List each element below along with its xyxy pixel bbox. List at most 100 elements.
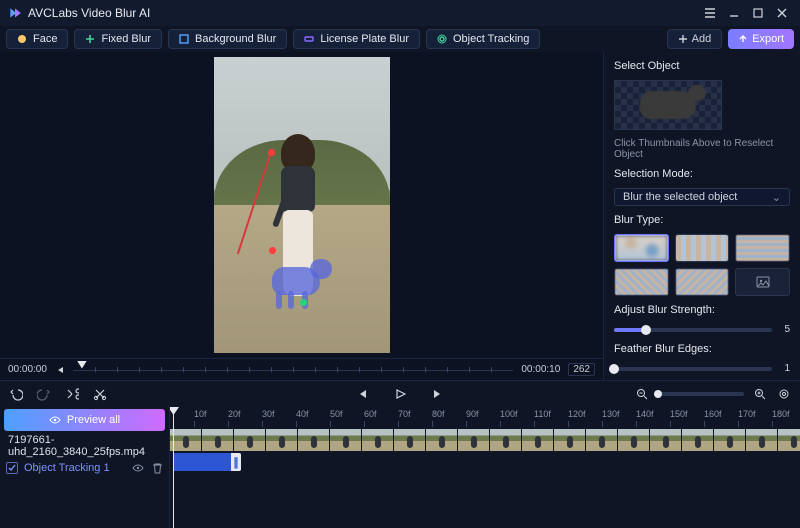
minimize-button[interactable]: [722, 3, 746, 23]
slider-knob[interactable]: [654, 390, 662, 398]
preview-scrubber[interactable]: [73, 363, 513, 377]
step-back-icon[interactable]: [55, 365, 65, 375]
timeline-thumb: [362, 429, 394, 451]
selection-mode-label: Selection Mode:: [614, 168, 790, 180]
timeline-thumb: [682, 429, 714, 451]
preview-time-ruler: 00:00:00 00:00:10 262: [0, 358, 603, 380]
blur-type-streak-diag1[interactable]: [614, 268, 669, 296]
export-button[interactable]: Export: [728, 29, 794, 49]
timeline-thumb: [298, 429, 330, 451]
preview-all-button[interactable]: Preview all: [4, 409, 165, 431]
side-panel: Select Object Click Thumbnails Above to …: [603, 52, 800, 380]
add-label: Add: [692, 33, 712, 45]
app-title: AVCLabs Video Blur AI: [28, 6, 150, 20]
ruler-tick: 10f: [194, 409, 207, 419]
split-button[interactable]: [64, 386, 80, 402]
blur-type-streak-diag2[interactable]: [675, 268, 730, 296]
play-button[interactable]: [392, 386, 408, 402]
ruler-tick: 130f: [602, 409, 620, 419]
chip-fixed-blur[interactable]: Fixed Blur: [74, 29, 162, 49]
cut-button[interactable]: [92, 386, 108, 402]
playhead-icon[interactable]: [77, 361, 87, 369]
timeline-thumb: [394, 429, 426, 451]
clip-handle[interactable]: ∥: [231, 453, 241, 471]
chip-license-plate-blur[interactable]: License Plate Blur: [293, 29, 420, 49]
zoom-out-button[interactable]: [634, 386, 650, 402]
preview-all-label: Preview all: [67, 414, 120, 426]
preview-pane: 00:00:00 00:00:10 262: [0, 52, 603, 380]
timeline-controls: [0, 381, 800, 407]
export-label: Export: [752, 33, 784, 45]
timeline-track-1[interactable]: ∥: [170, 451, 800, 473]
close-button[interactable]: [770, 3, 794, 23]
main-area: 00:00:00 00:00:10 262 Select Object Clic…: [0, 52, 800, 380]
track-name: Object Tracking 1: [24, 462, 110, 474]
strength-value: 5: [780, 324, 790, 335]
timeline-thumb: [746, 429, 778, 451]
maximize-button[interactable]: [746, 3, 770, 23]
ruler-tick: 60f: [364, 409, 377, 419]
blur-type-streak-horizontal[interactable]: [735, 234, 790, 262]
blur-type-label: Blur Type:: [614, 214, 790, 226]
slider-knob[interactable]: [609, 364, 619, 374]
chip-face[interactable]: Face: [6, 29, 68, 49]
timeline-ruler[interactable]: 10f20f30f40f50f60f70f80f90f100f110f120f1…: [170, 407, 800, 429]
chip-label: License Plate Blur: [320, 33, 409, 45]
image-icon: [756, 275, 770, 289]
add-button[interactable]: Add: [667, 29, 723, 49]
ruler-tick: 110f: [534, 409, 551, 419]
object-thumbnail[interactable]: [614, 80, 722, 130]
blur-type-custom-image[interactable]: [735, 268, 790, 296]
face-icon: [17, 34, 27, 44]
next-frame-button[interactable]: [430, 386, 446, 402]
chip-background-blur[interactable]: Background Blur: [168, 29, 287, 49]
select-object-title: Select Object: [614, 60, 790, 72]
chip-object-tracking[interactable]: Object Tracking: [426, 29, 540, 49]
ruler-tick: 170f: [738, 409, 756, 419]
chip-label: Object Tracking: [453, 33, 529, 45]
license-plate-icon: [304, 34, 314, 44]
feather-slider[interactable]: [614, 367, 772, 371]
selection-mode-value: Blur the selected object: [623, 191, 737, 203]
preview-canvas[interactable]: [0, 52, 603, 358]
slider-knob[interactable]: [641, 325, 651, 335]
title-bar: AVCLabs Video Blur AI: [0, 0, 800, 26]
ruler-tick: 90f: [466, 409, 479, 419]
timeline-thumb: [618, 429, 650, 451]
plus-icon: [678, 34, 688, 44]
blur-type-gaussian[interactable]: [614, 234, 669, 262]
zoom-in-button[interactable]: [752, 386, 768, 402]
track-delete-icon[interactable]: [152, 462, 163, 474]
ruler-tick: 120f: [568, 409, 586, 419]
redo-button[interactable]: [36, 386, 52, 402]
timeline-playhead[interactable]: [173, 407, 174, 528]
menu-icon[interactable]: [698, 3, 722, 23]
timeline-thumb: [714, 429, 746, 451]
ruler-tick: 20f: [228, 409, 241, 419]
timeline-thumb: [650, 429, 682, 451]
clip-object-tracking-1[interactable]: ∥: [173, 453, 241, 471]
undo-button[interactable]: [8, 386, 24, 402]
timeline-tracks[interactable]: 10f20f30f40f50f60f70f80f90f100f110f120f1…: [170, 407, 800, 528]
positive-marker-icon: [300, 299, 307, 306]
prev-frame-button[interactable]: [354, 386, 370, 402]
mode-toolbar: Face Fixed Blur Background Blur License …: [0, 26, 800, 52]
negative-marker-icon: [269, 247, 276, 254]
track-row[interactable]: Object Tracking 1: [0, 457, 169, 479]
eye-icon: [49, 414, 61, 426]
track-visibility-icon[interactable]: [132, 462, 144, 474]
strength-slider[interactable]: [614, 328, 772, 332]
track-checkbox[interactable]: [6, 462, 18, 474]
ruler-tick: 180f: [772, 409, 790, 419]
selection-mode-select[interactable]: Blur the selected object ⌄: [614, 188, 790, 206]
zoom-slider[interactable]: [658, 392, 744, 396]
chip-label: Background Blur: [195, 33, 276, 45]
timeline-thumb: [490, 429, 522, 451]
zoom-fit-button[interactable]: [776, 386, 792, 402]
timeline: Preview all 7197661-uhd_2160_3840_25fps.…: [0, 380, 800, 528]
background-blur-icon: [179, 34, 189, 44]
timeline-thumb: [554, 429, 586, 451]
ruler-tick: 80f: [432, 409, 445, 419]
ruler-tick: 70f: [398, 409, 411, 419]
blur-type-pixel[interactable]: [675, 234, 730, 262]
